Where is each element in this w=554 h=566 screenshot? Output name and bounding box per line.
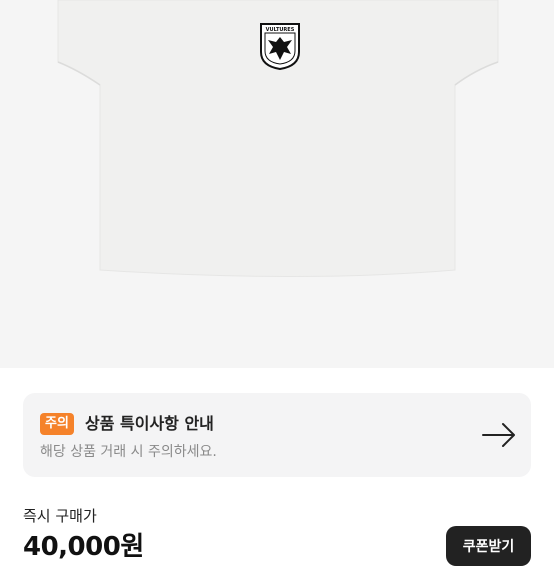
product-image[interactable]: VULTURES: [0, 0, 554, 368]
notice-title: 상품 특이사항 안내: [85, 414, 214, 433]
notice-badge: 주의: [40, 413, 74, 435]
price-label: 즉시 구매가: [23, 507, 97, 525]
crest-text: VULTURES: [266, 27, 295, 33]
coupon-button[interactable]: 쿠폰받기: [446, 526, 531, 566]
arrow-right-icon[interactable]: [482, 422, 516, 448]
tshirt-graphic: VULTURES: [57, 0, 499, 277]
notice-card[interactable]: 주의 상품 특이사항 안내 해당 상품 거래 시 주의하세요.: [23, 393, 531, 477]
price-value: 40,000원: [23, 532, 144, 562]
notice-description: 해당 상품 거래 시 주의하세요.: [40, 444, 217, 460]
eagle-crest-icon: VULTURES: [260, 23, 300, 71]
